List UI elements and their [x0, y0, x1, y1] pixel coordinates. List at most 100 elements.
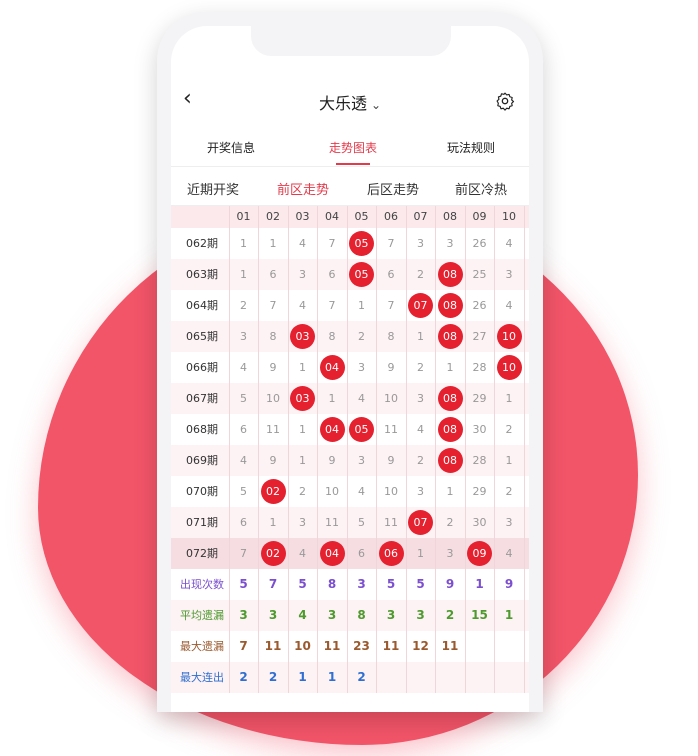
miss-count-cell: 9 [269, 361, 277, 374]
miss-count-cell: 4 [240, 361, 247, 374]
winning-number-ball: 04 [319, 355, 345, 380]
row-period-label: 067期 [186, 392, 218, 405]
miss-count-cell: 3 [299, 268, 306, 281]
row-period-label: 065期 [186, 330, 218, 343]
grid-line [405, 206, 407, 693]
row-period-label: 072期 [186, 547, 218, 560]
gear-icon[interactable] [495, 91, 515, 111]
miss-count-cell: 1 [269, 516, 277, 529]
stats-value-cell: 12 [412, 639, 429, 653]
row-period-label: 064期 [186, 299, 218, 312]
column-header: 03 [295, 210, 310, 223]
sub-tabs: 近期开奖 前区走势 后区走势 前区冷热 [171, 166, 529, 206]
miss-count-cell: 8 [328, 330, 336, 343]
grid-line [228, 206, 230, 693]
miss-count-cell: 26 [472, 237, 487, 250]
subtab-back-trend[interactable]: 后区走势 [367, 179, 419, 198]
app-screen: ‹ 大乐透 ⌄ 开奖信息 走势图表 玩法规则 近期开奖 前区走势 后区走势 前区冷… [171, 26, 529, 712]
miss-count-cell: 30 [472, 516, 487, 529]
miss-count-cell: 1 [240, 268, 247, 281]
winning-number-ball: 02 [260, 541, 286, 566]
miss-count-cell: 3 [417, 392, 424, 405]
grid-line [317, 206, 318, 693]
tab-trend-chart[interactable]: 走势图表 [329, 139, 377, 156]
miss-count-cell: 6 [240, 516, 247, 529]
tab-draw-info[interactable]: 开奖信息 [207, 139, 255, 156]
winning-number-ball: 05 [349, 417, 374, 442]
winning-number-ball: 03 [290, 386, 315, 411]
subtab-front-trend[interactable]: 前区走势 [277, 179, 329, 198]
miss-count-cell: 9 [328, 454, 336, 467]
miss-count-cell: 9 [387, 361, 395, 374]
miss-count-cell: 1 [505, 454, 513, 467]
phone-notch [251, 26, 451, 56]
miss-count-cell: 7 [328, 299, 336, 312]
miss-count-cell: 1 [269, 237, 277, 250]
stats-value-cell: 9 [445, 577, 455, 591]
stats-value-cell: 11 [264, 639, 282, 653]
miss-count-cell: 6 [387, 268, 395, 281]
miss-count-cell: 4 [299, 299, 306, 312]
stats-value-cell: 1 [327, 670, 337, 684]
column-header: 08 [443, 210, 457, 223]
miss-count-cell: 29 [472, 392, 487, 405]
miss-count-cell: 5 [240, 392, 247, 405]
miss-count-cell: 1 [328, 392, 336, 405]
miss-count-cell: 28 [472, 454, 487, 467]
miss-count-cell: 1 [358, 299, 365, 312]
stats-value-cell: 8 [327, 577, 337, 591]
main-tabs: 开奖信息 走势图表 玩法规则 [171, 139, 529, 167]
stats-value-cell: 5 [416, 577, 425, 591]
stats-row-label: 出现次数 [180, 578, 224, 591]
stats-value-cell: 15 [471, 608, 488, 622]
lottery-selector[interactable]: 大乐透 ⌄ [171, 90, 529, 114]
winning-number-ball: 04 [319, 417, 345, 442]
stats-value-cell: 23 [353, 639, 370, 653]
stats-row-label: 最大连出 [180, 671, 224, 684]
subtab-recent-draws[interactable]: 近期开奖 [187, 179, 239, 198]
winning-number-ball: 08 [437, 293, 463, 318]
subtab-front-hot-cold[interactable]: 前区冷热 [455, 179, 507, 198]
miss-count-cell: 1 [299, 423, 306, 436]
table-header-row: 01 02 03 04 05 06 07 08 09 10 [171, 206, 529, 228]
stats-value-cell: 3 [357, 577, 366, 591]
column-header: 04 [325, 210, 339, 223]
column-header: 09 [472, 210, 487, 223]
row-period-label: 068期 [186, 423, 218, 436]
miss-count-cell: 28 [472, 361, 487, 374]
chevron-down-icon: ⌄ [370, 98, 382, 112]
grid-line [494, 206, 495, 693]
winning-number-ball: 08 [437, 262, 463, 287]
miss-count-cell: 11 [384, 423, 398, 436]
miss-count-cell: 4 [505, 237, 513, 250]
miss-count-cell: 6 [269, 268, 277, 281]
miss-count-cell: 27 [472, 330, 487, 343]
stats-value-cell: 2 [445, 608, 455, 622]
miss-count-cell: 2 [417, 454, 424, 467]
miss-count-cell: 4 [505, 547, 513, 560]
miss-count-cell: 10 [384, 485, 398, 498]
miss-count-cell: 3 [505, 516, 513, 529]
miss-count-cell: 7 [387, 299, 395, 312]
miss-count-cell: 5 [358, 516, 365, 529]
stats-value-cell: 11 [323, 639, 341, 653]
stats-value-cell: 9 [504, 577, 514, 591]
stats-value-cell: 2 [239, 670, 248, 684]
stats-value-cell: 3 [416, 608, 425, 622]
miss-count-cell: 5 [240, 485, 247, 498]
miss-count-cell: 11 [325, 516, 339, 529]
grid-line [287, 206, 289, 693]
tab-rules[interactable]: 玩法规则 [447, 139, 495, 156]
winning-number-ball: 08 [437, 386, 463, 411]
winning-number-ball: 06 [378, 541, 404, 566]
miss-count-cell: 2 [358, 330, 365, 343]
stats-value-cell: 3 [239, 608, 248, 622]
column-header: 07 [413, 210, 428, 223]
winning-number-ball: 08 [437, 448, 463, 473]
miss-count-cell: 2 [505, 485, 513, 498]
grid-line [523, 206, 525, 693]
miss-count-cell: 2 [417, 268, 424, 281]
miss-count-cell: 25 [472, 268, 487, 281]
miss-count-cell: 1 [505, 392, 513, 405]
miss-count-cell: 30 [472, 423, 487, 436]
